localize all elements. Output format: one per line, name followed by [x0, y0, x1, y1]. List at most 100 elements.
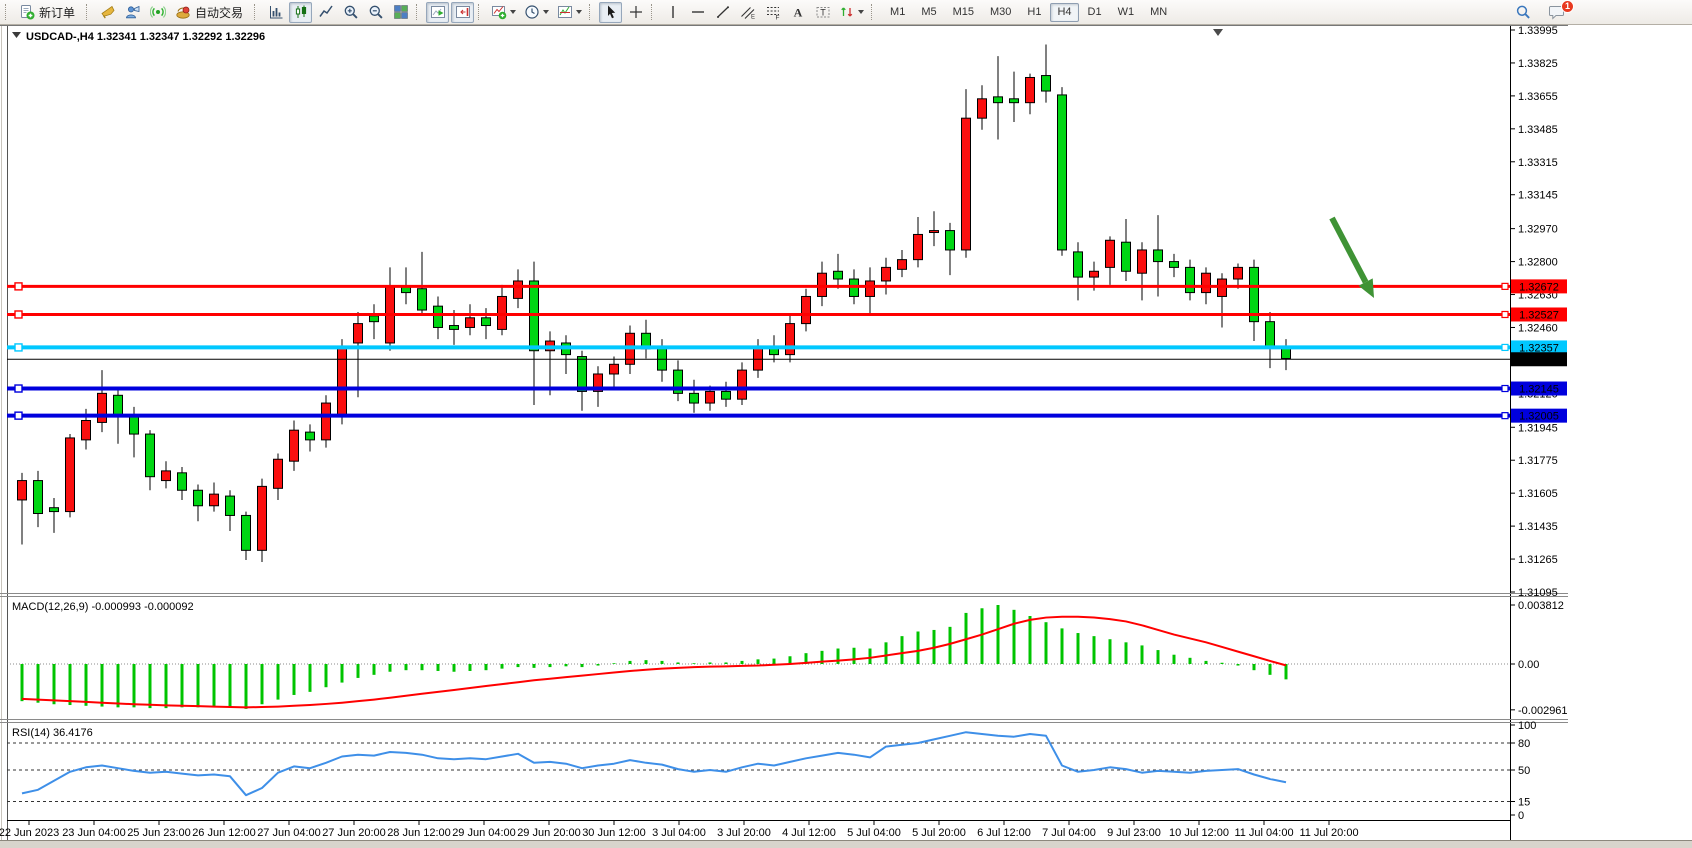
line-anchor[interactable]	[15, 283, 22, 290]
vertical-line-icon	[665, 4, 681, 20]
chart-shift-button[interactable]	[451, 2, 474, 23]
line-anchor[interactable]	[1502, 283, 1508, 289]
fibonacci-button[interactable]: F	[761, 2, 784, 23]
tile-windows-button[interactable]	[389, 2, 412, 23]
candle-bear	[578, 357, 587, 392]
horizontal-line-icon	[690, 4, 706, 20]
price-tick-label: 1.33825	[1518, 58, 1558, 70]
tf-M30-button[interactable]: M30	[983, 3, 1018, 22]
candle-bull	[66, 438, 75, 512]
auto-trading-button[interactable]: 自动交易	[171, 2, 250, 23]
search-button[interactable]	[1512, 2, 1535, 23]
candle-bull	[914, 234, 923, 259]
periods-button[interactable]	[521, 2, 552, 23]
line-anchor[interactable]	[1502, 413, 1508, 419]
candle-bull	[354, 324, 363, 343]
equidistant-channel-button[interactable]: E	[736, 2, 759, 23]
templates-icon	[557, 4, 573, 20]
zoom-out-button[interactable]	[364, 2, 387, 23]
line-anchor[interactable]	[15, 385, 22, 392]
line-anchor[interactable]	[15, 344, 22, 351]
text-button[interactable]: A	[786, 2, 809, 23]
line-anchor[interactable]	[15, 412, 22, 419]
vertical-line-button[interactable]	[661, 2, 684, 23]
price-badge-label: 1.32296	[1519, 354, 1559, 366]
tf-W1-button[interactable]: W1	[1111, 3, 1142, 22]
new-order-button[interactable]: 新订单	[15, 2, 82, 23]
text-label-button[interactable]: T	[811, 2, 834, 23]
candle-bull	[706, 391, 715, 403]
crosshair-button[interactable]	[624, 2, 647, 23]
candle-bull	[962, 118, 971, 250]
cursor-button[interactable]	[599, 2, 622, 23]
arrows-button[interactable]	[836, 2, 867, 23]
zoom-in-button[interactable]	[339, 2, 362, 23]
svg-text:A: A	[793, 6, 802, 20]
zoom-out-icon	[368, 4, 384, 20]
line-anchor[interactable]	[1502, 344, 1508, 350]
candle-bear	[1042, 76, 1051, 92]
horizontal-line-button[interactable]	[686, 2, 709, 23]
candle-bear	[418, 289, 427, 310]
toolbar-grip[interactable]	[651, 4, 656, 20]
chart-title: USDCAD-,H4 1.32341 1.32347 1.32292 1.322…	[26, 31, 265, 43]
clock-icon	[524, 4, 540, 20]
time-tick-label: 25 Jun 23:00	[127, 827, 191, 839]
candle-bear	[1154, 250, 1163, 262]
time-tick-label: 9 Jul 23:00	[1107, 827, 1161, 839]
toolbar-grip[interactable]	[86, 4, 91, 20]
line-chart-button[interactable]	[314, 2, 337, 23]
chart-background	[0, 25, 1692, 848]
tf-M5-button[interactable]: M5	[914, 3, 943, 22]
timeframe-group: M1M5M15M30H1H4D1W1MN	[882, 3, 1175, 22]
candle-bull	[610, 364, 619, 374]
market-button[interactable]	[121, 2, 144, 23]
toolbar-grip[interactable]	[589, 4, 594, 20]
candle-bull	[498, 296, 507, 329]
new-order-label: 新订单	[39, 4, 75, 21]
time-tick-label: 11 Jul 04:00	[1234, 827, 1293, 839]
tf-D1-button[interactable]: D1	[1081, 3, 1109, 22]
toolbar-grip[interactable]	[871, 4, 876, 20]
bar-chart-button[interactable]	[264, 2, 287, 23]
candle-bull	[466, 318, 475, 328]
candle-bear	[146, 434, 155, 477]
indicators-icon	[491, 4, 507, 20]
line-anchor[interactable]	[1502, 311, 1508, 317]
candle-bull	[978, 99, 987, 118]
auto-scroll-button[interactable]	[426, 2, 449, 23]
candle-bear	[690, 393, 699, 403]
candlestick-chart-button[interactable]	[289, 2, 312, 23]
toolbar-grip[interactable]	[478, 4, 483, 20]
time-tick-label: 4 Jul 12:00	[782, 827, 836, 839]
macd-axis-label: 0.00	[1518, 659, 1539, 671]
line-anchor[interactable]	[1502, 386, 1508, 392]
tf-M1-button[interactable]: M1	[883, 3, 912, 22]
candle-bull	[882, 267, 891, 281]
signals-button[interactable]	[146, 2, 169, 23]
publish-button[interactable]	[96, 2, 119, 23]
candle-bull	[818, 273, 827, 296]
tf-M15-button[interactable]: M15	[946, 3, 981, 22]
rsi-axis-label: 80	[1518, 738, 1530, 750]
notifications-button[interactable]: 1	[1545, 2, 1569, 23]
templates-button[interactable]	[554, 2, 585, 23]
toolbar-grip[interactable]	[5, 4, 10, 20]
time-tick-label: 27 Jun 20:00	[322, 827, 386, 839]
candle-bear	[1122, 242, 1131, 271]
candle-bear	[194, 490, 203, 506]
toolbar-grip[interactable]	[254, 4, 259, 20]
tf-H1-button[interactable]: H1	[1020, 3, 1048, 22]
candle-bull	[162, 471, 171, 481]
trendline-button[interactable]	[711, 2, 734, 23]
toolbar-grip[interactable]	[416, 4, 421, 20]
candle-bull	[866, 281, 875, 297]
tf-H4-button[interactable]: H4	[1050, 3, 1078, 22]
auto-scroll-icon	[430, 4, 446, 20]
price-tick-label: 1.31605	[1518, 488, 1558, 500]
indicators-button[interactable]	[488, 2, 519, 23]
tf-MN-button[interactable]: MN	[1143, 3, 1174, 22]
dropdown-caret	[510, 10, 516, 14]
candle-bull	[1234, 267, 1243, 279]
line-anchor[interactable]	[15, 311, 22, 318]
